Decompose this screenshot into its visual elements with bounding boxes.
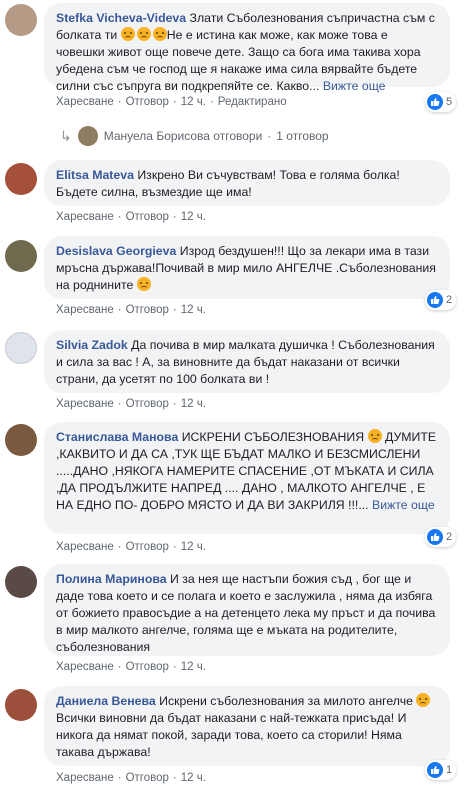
comment-actions: Харесване · Отговор · 12 ч. — [56, 304, 206, 316]
likes-number: 5 — [446, 96, 453, 108]
see-more-link[interactable]: Вижте още — [323, 79, 386, 93]
timestamp[interactable]: 12 ч. — [181, 772, 206, 784]
timestamp[interactable]: 12 ч. — [181, 211, 206, 223]
sad-emoji-icon — [136, 277, 151, 291]
reactions-count[interactable]: 2 — [425, 527, 457, 547]
timestamp[interactable]: 12 ч. — [181, 541, 206, 553]
reply-arrow-icon: ↳ — [60, 127, 72, 144]
comment-author[interactable]: Desislava Georgieva — [56, 244, 176, 258]
comment-author[interactable]: Silvia Zadok — [56, 338, 128, 352]
comment-bubble: Desislava Georgieva Изрод бездушен!!! Що… — [44, 236, 450, 299]
see-more-link[interactable]: Вижте още — [372, 498, 435, 512]
like-button[interactable]: Харесване — [56, 772, 114, 784]
comment-bubble: Silvia Zadok Да почива в мир малката душ… — [44, 330, 450, 393]
likes-number: 2 — [446, 294, 453, 306]
reply-button[interactable]: Отговор — [126, 304, 169, 316]
comment-actions: Харесване · Отговор · 12 ч. — [56, 211, 206, 223]
reply-button[interactable]: Отговор — [126, 541, 169, 553]
avatar[interactable] — [5, 332, 37, 364]
sad-emoji-icon — [136, 27, 151, 41]
like-button[interactable]: Харесване — [56, 398, 114, 410]
avatar[interactable] — [5, 689, 37, 721]
like-button[interactable]: Харесване — [56, 96, 114, 108]
edited-label: Редактирано — [217, 96, 287, 108]
reply-button[interactable]: Отговор — [126, 96, 169, 108]
avatar[interactable] — [5, 240, 37, 272]
like-button[interactable]: Харесване — [56, 541, 114, 553]
comment-text-continued: Всички виновни да бъдат наказани с най-т… — [56, 711, 407, 759]
avatar[interactable] — [5, 566, 37, 598]
comment-actions: Харесване · Отговор · 12 ч. · Редактирано — [56, 96, 287, 108]
comment-bubble: Полина Маринова И за нея ще настъпи божи… — [44, 564, 450, 656]
replies-link[interactable]: ↳ Мануела Борисова отговори · 1 отговор — [60, 126, 329, 146]
reactions-count[interactable]: 2 — [425, 290, 457, 310]
reactions-count[interactable]: 1 — [425, 760, 457, 780]
likes-number: 2 — [446, 531, 453, 543]
like-reaction-icon — [427, 94, 443, 110]
separator: · — [267, 129, 272, 143]
like-button[interactable]: Харесване — [56, 661, 114, 673]
like-reaction-icon — [427, 529, 443, 545]
reply-button[interactable]: Отговор — [126, 211, 169, 223]
comment-text: Искрени съболезнования за милото ангелче — [155, 694, 417, 708]
likes-number: 1 — [446, 764, 453, 776]
like-button[interactable]: Харесване — [56, 211, 114, 223]
reply-button[interactable]: Отговор — [126, 398, 169, 410]
avatar[interactable] — [5, 163, 37, 195]
like-reaction-icon — [427, 292, 443, 308]
comment-author[interactable]: Полина Маринова — [56, 572, 167, 586]
like-reaction-icon — [427, 762, 443, 778]
sad-emoji-icon — [120, 27, 135, 41]
comment-actions: Харесване · Отговор · 12 ч. — [56, 661, 206, 673]
reply-button[interactable]: Отговор — [126, 661, 169, 673]
sad-emoji-icon — [367, 429, 382, 443]
reply-count: 1 отговор — [276, 129, 329, 143]
reply-author: Мануела Борисова отговори — [103, 129, 263, 143]
reactions-count[interactable]: 5 — [425, 92, 457, 112]
like-button[interactable]: Харесване — [56, 304, 114, 316]
comment-author[interactable]: Stefka Vicheva-Videva — [56, 11, 186, 25]
avatar[interactable] — [5, 424, 37, 456]
comment-bubble: Станислава Манова ИСКРЕНИ СЪБОЛЕЗНОВАНИЯ… — [44, 422, 450, 534]
comment-actions: Харесване · Отговор · 12 ч. — [56, 398, 206, 410]
timestamp[interactable]: 12 ч. — [181, 661, 206, 673]
comment-author[interactable]: Станислава Манова — [56, 430, 178, 444]
timestamp[interactable]: 12 ч. — [181, 96, 206, 108]
avatar[interactable] — [5, 4, 37, 36]
reply-button[interactable]: Отговор — [126, 772, 169, 784]
timestamp[interactable]: 12 ч. — [181, 304, 206, 316]
comment-bubble: Даниела Венева Искрени съболезнования за… — [44, 686, 450, 766]
comment-author[interactable]: Elitsa Mateva — [56, 168, 134, 182]
comment-bubble: Elitsa Mateva Изкрено Ви съчувствам! Тов… — [44, 160, 450, 206]
sad-emoji-icon — [416, 693, 431, 707]
comment-actions: Харесване · Отговор · 12 ч. — [56, 541, 206, 553]
timestamp[interactable]: 12 ч. — [181, 398, 206, 410]
comment-bubble: Stefka Vicheva-Videva Злати Съболезнован… — [44, 3, 450, 93]
comment-actions: Харесване · Отговор · 12 ч. — [56, 772, 206, 784]
comment-author[interactable]: Даниела Венева — [56, 694, 156, 708]
sad-emoji-icon — [152, 27, 167, 41]
comment-text: ИСКРЕНИ СЪБОЛЕЗНОВАНИЯ — [178, 430, 368, 444]
avatar — [77, 126, 98, 146]
